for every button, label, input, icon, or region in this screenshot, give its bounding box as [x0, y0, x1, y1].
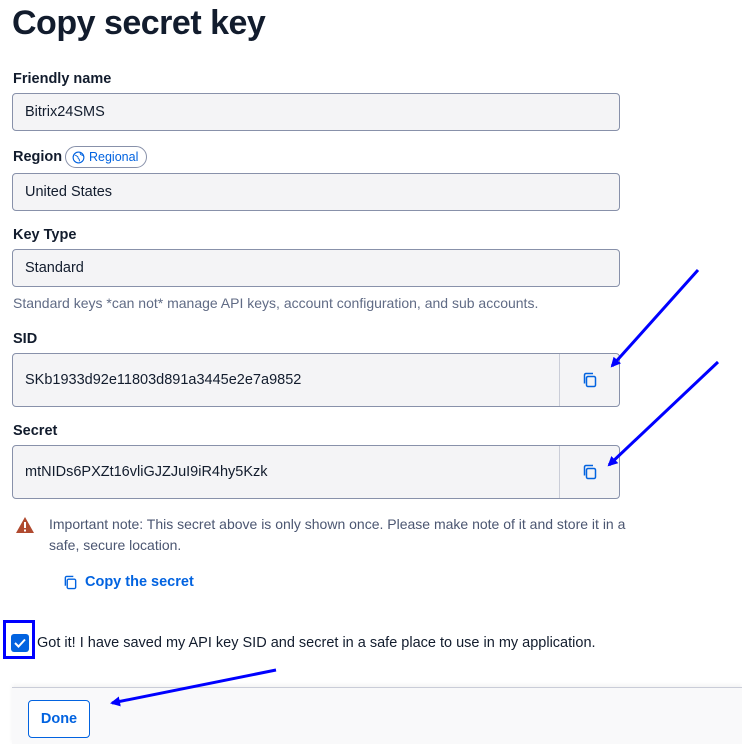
key-type-help-text: Standard keys *can not* manage API keys,…	[13, 295, 539, 311]
footer-bar	[12, 687, 742, 744]
confirm-checkbox[interactable]	[11, 634, 29, 652]
region-value: United States	[25, 184, 113, 200]
checkmark-icon	[14, 638, 26, 648]
copy-icon	[582, 372, 598, 388]
friendly-name-label: Friendly name	[13, 71, 112, 87]
arrow-to-copy-sid	[610, 268, 700, 368]
copy-secret-button[interactable]	[559, 446, 619, 498]
region-field[interactable]: United States	[12, 173, 620, 211]
sid-field[interactable]: SKb1933d92e11803d891a3445e2e7a9852	[12, 353, 620, 407]
friendly-name-value: Bitrix24SMS	[25, 104, 105, 120]
secret-field[interactable]: mtNIDs6PXZt16vliGJZJuI9iR4hy5Kzk	[12, 445, 620, 499]
important-note: Important note: This secret above is onl…	[49, 516, 626, 553]
friendly-name-field[interactable]: Bitrix24SMS	[12, 93, 620, 131]
page-title: Copy secret key	[12, 4, 266, 42]
copy-the-secret-link[interactable]: Copy the secret	[63, 574, 194, 590]
region-label: Region	[13, 149, 63, 165]
sid-value: SKb1933d92e11803d891a3445e2e7a9852	[25, 372, 302, 388]
secret-value: mtNIDs6PXZt16vliGJZJuI9iR4hy5Kzk	[25, 464, 268, 480]
copy-icon	[63, 575, 78, 590]
warning-icon	[15, 516, 35, 539]
key-type-label: Key Type	[13, 227, 77, 243]
sid-label: SID	[13, 331, 38, 347]
regional-badge-label: Regional	[89, 150, 139, 164]
copy-icon	[582, 464, 598, 480]
copy-sid-button[interactable]	[559, 354, 619, 406]
secret-label: Secret	[13, 423, 58, 439]
arrow-to-copy-secret	[607, 360, 720, 467]
key-type-field[interactable]: Standard	[12, 249, 620, 287]
confirm-checkbox-label[interactable]: Got it! I have saved my API key SID and …	[37, 635, 596, 651]
key-type-value: Standard	[25, 260, 84, 276]
globe-icon	[72, 151, 85, 164]
done-button[interactable]: Done	[28, 700, 90, 738]
regional-badge: Regional	[65, 146, 148, 168]
copy-the-secret-label: Copy the secret	[85, 574, 194, 590]
